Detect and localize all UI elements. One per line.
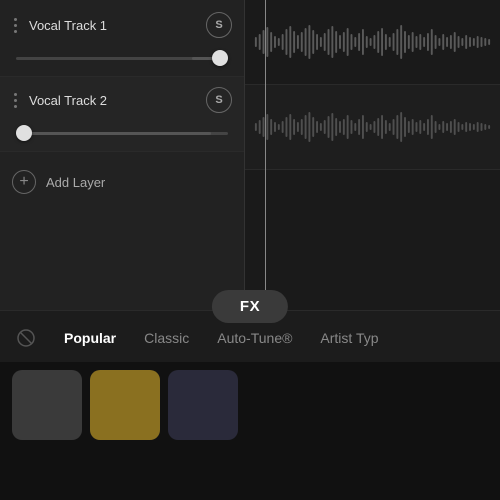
- dot: [14, 18, 17, 21]
- track-1-header: Vocal Track 1 S: [12, 12, 232, 38]
- waveform-area: [245, 0, 500, 310]
- fx-button-container: FX: [212, 290, 288, 323]
- track-2-slider-track: [16, 132, 228, 135]
- dot: [14, 99, 17, 102]
- waveform-svg-2: [253, 97, 492, 157]
- track-row-2: Vocal Track 2 S: [0, 77, 244, 152]
- track-2-slider-fill: [16, 132, 211, 135]
- dot: [14, 105, 17, 108]
- tab-autotune[interactable]: Auto-Tune®: [203, 326, 306, 350]
- add-layer-label: Add Layer: [46, 175, 105, 190]
- bottom-section: FX Popular Classic Auto-Tune® Artist Typ: [0, 310, 500, 500]
- app-container: Vocal Track 1 S: [0, 0, 500, 500]
- fx-button[interactable]: FX: [212, 290, 288, 323]
- track-controls-panel: Vocal Track 1 S: [0, 0, 245, 310]
- track-1-menu[interactable]: [12, 16, 19, 35]
- track-1-slider-track: [16, 57, 228, 60]
- add-layer-icon: +: [12, 170, 36, 194]
- preset-card-2[interactable]: [90, 370, 160, 440]
- waveform-track-1: [245, 0, 500, 85]
- track-2-solo-button[interactable]: S: [206, 87, 232, 113]
- track-2-name: Vocal Track 2: [29, 93, 107, 108]
- tab-popular[interactable]: Popular: [50, 326, 130, 350]
- plus-icon: +: [19, 174, 28, 190]
- no-icon: [16, 328, 36, 348]
- preset-card-3[interactable]: [168, 370, 238, 440]
- track-1-slider-thumb[interactable]: [212, 50, 228, 66]
- add-layer-button[interactable]: + Add Layer: [0, 152, 244, 212]
- preset-card-1[interactable]: [12, 370, 82, 440]
- track-1-left: Vocal Track 1: [12, 16, 107, 35]
- tab-disabled-icon[interactable]: [10, 322, 42, 354]
- tracks-area: Vocal Track 1 S: [0, 0, 500, 310]
- track-2-menu[interactable]: [12, 91, 19, 110]
- waveform-track-2: [245, 85, 500, 170]
- track-2-slider[interactable]: [12, 123, 232, 143]
- waveform-svg-1: [253, 12, 492, 72]
- track-1-name: Vocal Track 1: [29, 18, 107, 33]
- dot: [14, 93, 17, 96]
- dot: [14, 30, 17, 33]
- track-2-left: Vocal Track 2: [12, 91, 107, 110]
- track-1-slider[interactable]: [12, 48, 232, 68]
- dot: [14, 24, 17, 27]
- tab-classic[interactable]: Classic: [130, 326, 203, 350]
- track-1-solo-button[interactable]: S: [206, 12, 232, 38]
- track-row-1: Vocal Track 1 S: [0, 0, 244, 77]
- preset-cards-row: [0, 362, 500, 448]
- tab-artisttyp[interactable]: Artist Typ: [306, 326, 392, 350]
- playhead: [265, 0, 266, 310]
- track-2-header: Vocal Track 2 S: [12, 87, 232, 113]
- track-2-slider-thumb[interactable]: [16, 125, 32, 141]
